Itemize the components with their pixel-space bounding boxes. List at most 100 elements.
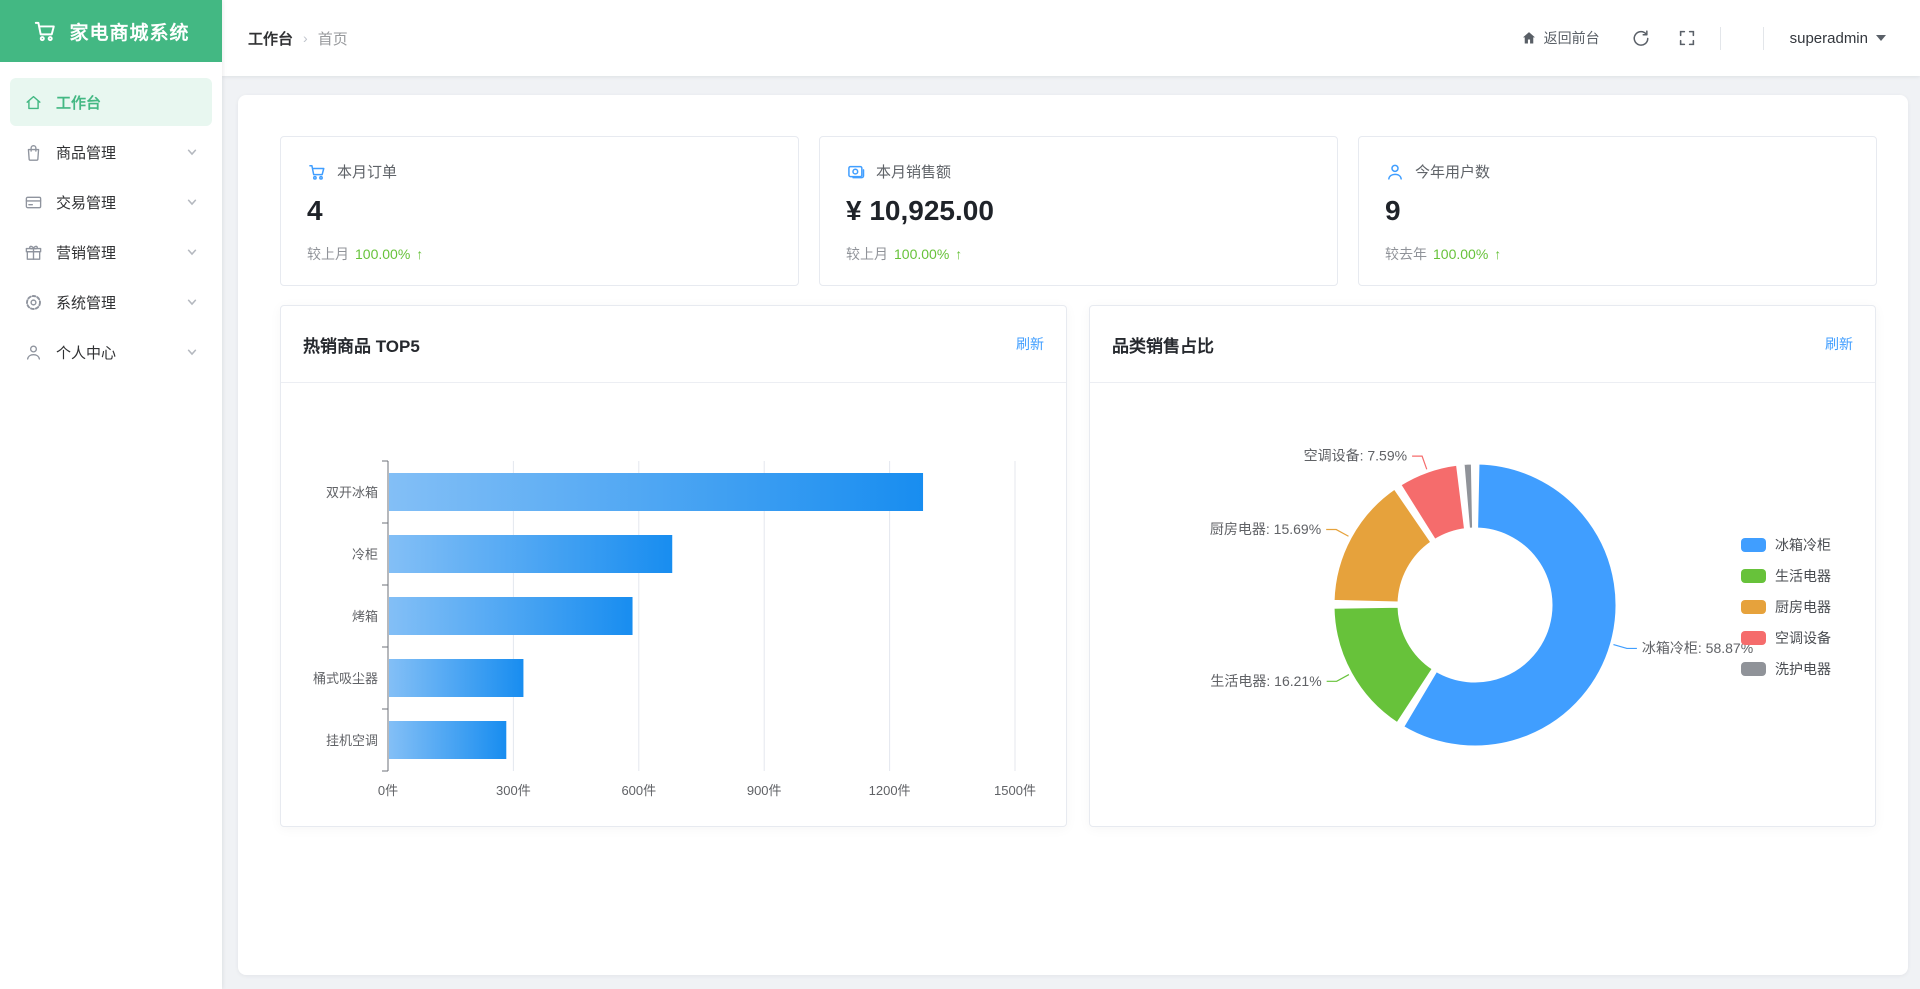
svg-text:0件: 0件 — [378, 783, 398, 798]
svg-text:桶式吸尘器: 桶式吸尘器 — [313, 671, 378, 686]
svg-text:空调设备: 7.59%: 空调设备: 7.59% — [1304, 448, 1407, 464]
user-icon — [24, 343, 43, 362]
svg-text:厨房电器: 15.69%: 厨房电器: 15.69% — [1210, 521, 1321, 537]
sidebar-item-workbench[interactable]: 工作台 — [10, 78, 212, 126]
bar-chart: 0件 300件 600件 900件 1200件 1500件 双开冰箱冷柜烤箱桶式吸尘器挂机空… — [281, 383, 1066, 826]
sidebar-item-label: 交易管理 — [56, 194, 117, 212]
refresh-icon — [1633, 30, 1649, 46]
sidebar-item-label: 工作台 — [56, 94, 102, 112]
svg-text:生活电器: 16.21%: 生活电器: 16.21% — [1210, 673, 1321, 689]
money-icon — [848, 165, 865, 178]
svg-text:1500件: 1500件 — [994, 783, 1036, 798]
charts-row: 热销商品 TOP5 刷新 0件 300件 600件 900件 1200件 1500件 双开冰… — [280, 305, 1877, 827]
chevron-down-icon — [186, 196, 198, 208]
chevron-down-icon — [186, 246, 198, 258]
sidebar-item-label: 个人中心 — [56, 344, 117, 362]
sidebar-menu: 工作台 商品管理 交易管理 营销管理 系统管理 个人中心 — [0, 62, 222, 392]
legend-swatch — [1741, 631, 1766, 645]
sidebar-item-marketing[interactable]: 营销管理 — [10, 228, 212, 276]
refresh-button[interactable] — [1632, 29, 1650, 47]
trend-up-icon: ↑ — [955, 246, 963, 262]
svg-text:双开冰箱: 双开冰箱 — [326, 485, 378, 500]
chevron-down-icon — [186, 146, 198, 158]
svg-text:900件: 900件 — [747, 783, 782, 798]
stat-card-sales: 本月销售额 ¥ 10,925.00 较上月 100.00% ↑ — [819, 136, 1338, 286]
legend-item[interactable]: 生活电器 — [1741, 566, 1831, 586]
app-title: 家电商城系统 — [69, 22, 190, 44]
chevron-down-icon — [186, 346, 198, 358]
panel-title: 品类销售占比 — [1112, 336, 1214, 356]
sidebar-item-goods[interactable]: 商品管理 — [10, 128, 212, 176]
sidebar-item-trade[interactable]: 交易管理 — [10, 178, 212, 226]
username: superadmin — [1789, 29, 1868, 47]
legend-swatch — [1741, 569, 1766, 583]
app-logo: 家电商城系统 — [0, 0, 222, 62]
user-icon — [1388, 164, 1402, 180]
fullscreen-button[interactable] — [1678, 29, 1696, 47]
stat-label: 本月订单 — [337, 164, 398, 181]
legend-swatch — [1741, 662, 1766, 676]
compare-value: 100.00% — [355, 246, 411, 262]
legend-label: 洗护电器 — [1775, 661, 1831, 677]
topbar-actions: 返回前台 superadmin — [1521, 26, 1886, 50]
gear-icon — [24, 293, 43, 312]
breadcrumb: 工作台 › 首页 — [248, 28, 348, 49]
breadcrumb-current: 首页 — [317, 30, 348, 48]
shopping-bag-icon — [24, 143, 43, 162]
panel-title: 热销商品 TOP5 — [303, 336, 420, 356]
stat-label: 今年用户数 — [1415, 164, 1491, 181]
svg-text:冷柜: 冷柜 — [352, 547, 378, 562]
svg-text:1200件: 1200件 — [869, 783, 911, 798]
legend-label: 生活电器 — [1775, 568, 1831, 584]
legend-label: 厨房电器 — [1775, 599, 1831, 615]
refresh-link[interactable]: 刷新 — [1825, 334, 1853, 354]
legend-label: 空调设备 — [1775, 630, 1831, 646]
svg-text:挂机空调: 挂机空调 — [326, 733, 378, 748]
gift-icon — [24, 243, 43, 262]
back-to-front-button[interactable]: 返回前台 — [1521, 28, 1600, 48]
sidebar-item-label: 商品管理 — [56, 144, 117, 162]
credit-card-icon — [24, 193, 43, 212]
breadcrumb-root[interactable]: 工作台 — [248, 28, 293, 49]
compare-value: 100.00% — [894, 246, 950, 262]
legend-swatch — [1741, 600, 1766, 614]
trend-up-icon: ↑ — [1494, 246, 1502, 262]
sidebar-item-system[interactable]: 系统管理 — [10, 278, 212, 326]
refresh-link[interactable]: 刷新 — [1016, 334, 1044, 354]
legend-swatch — [1741, 538, 1766, 552]
svg-text:300件: 300件 — [496, 783, 531, 798]
divider — [1719, 26, 1721, 50]
stat-value: 4 — [307, 195, 323, 226]
chevron-down-icon — [186, 296, 198, 308]
stat-label: 本月销售额 — [876, 164, 952, 181]
sidebar-item-label: 营销管理 — [56, 244, 117, 262]
stat-card-users: 今年用户数 9 较去年 100.00% ↑ — [1358, 136, 1877, 286]
bar-chart-svg: 0件 300件 600件 900件 1200件 1500件 双开冰箱冷柜烤箱桶式吸尘器挂机空… — [313, 460, 1036, 798]
topbar: 工作台 › 首页 返回前台 superadmin — [222, 0, 1920, 76]
breadcrumb-separator: › — [303, 30, 308, 46]
caret-down-icon — [1876, 35, 1886, 41]
user-menu[interactable]: superadmin — [1790, 30, 1886, 47]
legend-item[interactable]: 洗护电器 — [1741, 659, 1831, 679]
sidebar: 家电商城系统 工作台 商品管理 交易管理 营销管理 系统管理 个人中心 — [0, 0, 222, 989]
sidebar-item-profile[interactable]: 个人中心 — [10, 328, 212, 376]
home-filled-icon — [1522, 32, 1535, 44]
sidebar-item-label: 系统管理 — [56, 294, 117, 312]
compare-value: 100.00% — [1433, 246, 1489, 262]
fullscreen-icon — [1679, 30, 1694, 46]
legend-label: 冰箱冷柜 — [1775, 537, 1831, 553]
stats-row: 本月订单 4 较上月 100.00% ↑ 本月销售额 ¥ 10,925.00 较… — [280, 136, 1877, 286]
svg-text:烤箱: 烤箱 — [352, 609, 378, 624]
stat-value: ¥ 10,925.00 — [846, 195, 994, 226]
legend-item[interactable]: 厨房电器 — [1741, 597, 1831, 617]
stat-card-orders: 本月订单 4 较上月 100.00% ↑ — [280, 136, 799, 286]
donut-legend: 冰箱冷柜生活电器厨房电器空调设备洗护电器 — [1741, 535, 1831, 679]
home-icon — [24, 93, 43, 112]
legend-item[interactable]: 空调设备 — [1741, 628, 1831, 648]
category-share-panel: 品类销售占比 刷新 冰箱冷柜: 58.87% 生活电器: 16.21% 厨房电器: … — [1089, 305, 1876, 827]
divider — [1762, 26, 1764, 50]
svg-text:600件: 600件 — [621, 783, 656, 798]
svg-text:冰箱冷柜: 58.87%: 冰箱冷柜: 58.87% — [1642, 640, 1753, 656]
legend-item[interactable]: 冰箱冷柜 — [1741, 535, 1831, 555]
hot-products-panel: 热销商品 TOP5 刷新 0件 300件 600件 900件 1200件 1500件 双开冰… — [280, 305, 1067, 827]
